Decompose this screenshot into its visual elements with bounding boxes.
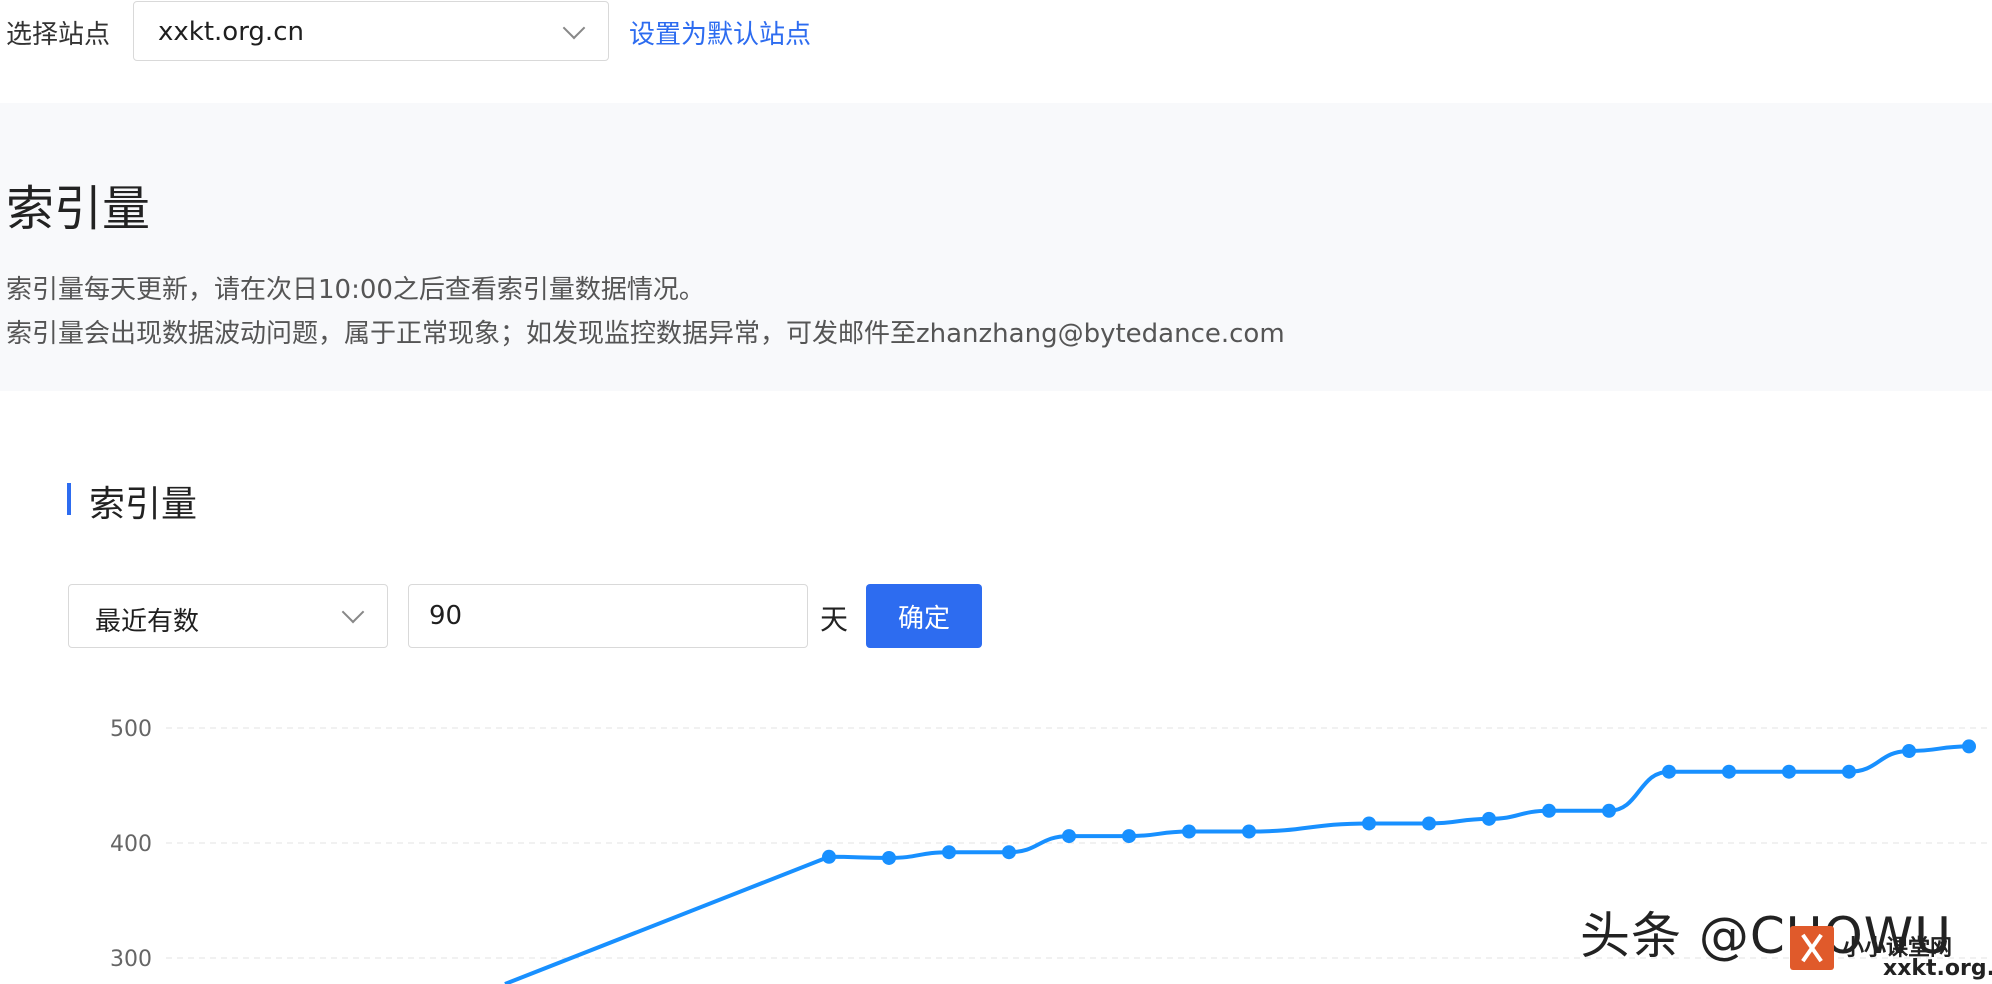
data-point[interactable] xyxy=(1662,764,1676,779)
data-point[interactable] xyxy=(1062,829,1076,844)
y-tick-label: 400 xyxy=(110,832,152,857)
data-point[interactable] xyxy=(1422,816,1436,831)
data-point[interactable] xyxy=(1962,739,1976,754)
data-point[interactable] xyxy=(1482,811,1496,826)
watermark-site-url: xxkt.org.cn xyxy=(1883,956,1992,981)
data-point[interactable] xyxy=(1182,824,1196,839)
data-point[interactable] xyxy=(822,849,836,864)
page: 选择站点 xxkt.org.cn 设置为默认站点 索引量 索引量每天更新，请在次… xyxy=(0,0,1992,984)
y-tick-label: 300 xyxy=(110,947,152,972)
index-volume-chart: 300 400 500 xyxy=(110,717,1992,984)
data-point[interactable] xyxy=(1362,816,1376,831)
data-point[interactable] xyxy=(1542,803,1556,818)
data-point[interactable] xyxy=(1002,845,1016,860)
data-point[interactable] xyxy=(1122,829,1136,844)
data-point[interactable] xyxy=(942,845,956,860)
y-tick-label: 500 xyxy=(110,717,152,742)
data-point[interactable] xyxy=(1902,744,1916,758)
data-point[interactable] xyxy=(1242,824,1256,839)
data-point[interactable] xyxy=(882,850,896,865)
data-point[interactable] xyxy=(1722,764,1736,779)
data-point[interactable] xyxy=(1782,764,1796,779)
data-point[interactable] xyxy=(1842,764,1856,779)
watermark-logo-icon xyxy=(1790,926,1834,970)
data-point[interactable] xyxy=(1602,803,1616,818)
